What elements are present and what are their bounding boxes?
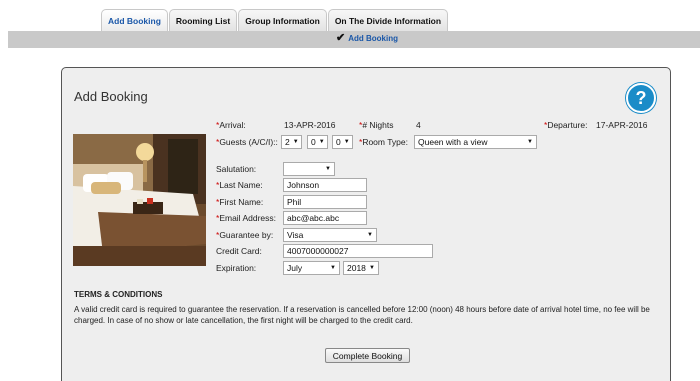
guarantee-select[interactable]: Visa ▼ xyxy=(283,228,377,242)
terms-text: A valid credit card is required to guara… xyxy=(74,305,650,325)
expiration-label: Expiration: xyxy=(216,263,257,273)
nights-label: *# Nights xyxy=(359,120,394,130)
guests-label: *Guests (A/C/I):: xyxy=(216,137,278,147)
room-type-select[interactable]: Queen with a view ▼ xyxy=(414,135,537,149)
guests-children-select[interactable]: 0 ▼ xyxy=(307,135,328,149)
tab-on-the-divide-information[interactable]: On The Divide Information xyxy=(327,9,449,31)
salutation-label: Salutation: xyxy=(216,164,257,174)
credit-card-label: Credit Card: xyxy=(216,246,262,256)
departure-label: *Departure: xyxy=(544,120,588,130)
guests-adults-select[interactable]: 2 ▼ xyxy=(281,135,302,149)
complete-booking-button[interactable]: Complete Booking xyxy=(325,348,410,363)
first-name-field[interactable]: Phil xyxy=(283,195,367,209)
terms-title: TERMS & CONDITIONS xyxy=(74,290,163,299)
checkmark-icon: ✔ xyxy=(336,32,346,44)
help-icon[interactable]: ? xyxy=(626,83,656,113)
last-name-label: *Last Name: xyxy=(216,180,263,190)
arrival-label: *Arrival: xyxy=(216,120,246,130)
tab-add-booking[interactable]: Add Booking xyxy=(101,9,168,31)
arrival-value: 13-APR-2016 xyxy=(284,120,336,130)
subnav-label: Add Booking xyxy=(348,34,398,43)
nights-value: 4 xyxy=(416,120,421,130)
guarantee-label: *Guarantee by: xyxy=(216,230,274,240)
panel-title: Add Booking xyxy=(74,89,148,104)
subnav-add-booking[interactable]: ✔ Add Booking xyxy=(336,33,398,44)
first-name-label: *First Name: xyxy=(216,197,264,207)
room-type-label: *Room Type: xyxy=(359,137,408,147)
tab-rooming-list[interactable]: Rooming List xyxy=(168,9,238,31)
last-name-field[interactable]: Johnson xyxy=(283,178,367,192)
expiration-year-select[interactable]: 2018 ▼ xyxy=(343,261,379,275)
tab-group-information[interactable]: Group Information xyxy=(238,9,327,31)
tab-bar: Add Booking Rooming List Group Informati… xyxy=(101,9,449,31)
add-booking-panel: Add Booking ? *Arrival: 13-APR-2016 *# N… xyxy=(61,67,671,381)
subnav-bar: ✔ Add Booking xyxy=(8,31,700,48)
departure-value: 17-APR-2016 xyxy=(596,120,648,130)
hotel-room-image xyxy=(73,134,206,266)
credit-card-field[interactable]: 4007000000027 xyxy=(283,244,433,258)
email-field[interactable]: abc@abc.abc xyxy=(283,211,367,225)
guests-infants-select[interactable]: 0 ▼ xyxy=(332,135,353,149)
expiration-month-select[interactable]: July ▼ xyxy=(283,261,340,275)
salutation-select[interactable]: ▼ xyxy=(283,162,335,176)
email-label: *Email Address: xyxy=(216,213,277,223)
